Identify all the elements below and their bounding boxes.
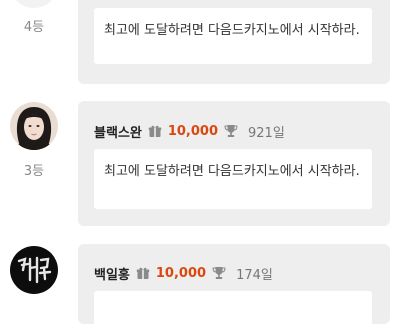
rank-label: 3등	[23, 164, 45, 179]
comment-text: 최고에 도달하려면 다음드카지노에서 시작하라.	[104, 23, 360, 38]
comment-card: 최고에 도달하려면 다음드카지노에서 시작하라.	[78, 0, 390, 84]
days-value: 174일	[236, 267, 273, 283]
trophy-icon	[212, 266, 226, 280]
avatar[interactable]	[10, 246, 58, 294]
username[interactable]: 백일홍	[94, 264, 130, 283]
points-value: 10,000	[155, 265, 207, 281]
avatar[interactable]	[10, 0, 58, 8]
user-meta: 백일홍 10,000 174일	[94, 263, 273, 283]
comment-box: 최고에 도달하려면 다음드카지노에서 시작하라.	[94, 8, 372, 64]
rank-label: 4등	[23, 20, 45, 35]
profile-photo	[10, 102, 58, 150]
gift-icon	[148, 124, 162, 138]
points-value: 10,000	[167, 123, 219, 139]
trophy-icon	[224, 124, 238, 138]
username[interactable]: 블랙스완	[94, 122, 142, 141]
comment-box	[94, 291, 372, 331]
comment-box: 최고에 도달하려면 다음드카지노에서 시작하라.	[94, 149, 372, 209]
user-meta: 블랙스완 10,000 921일	[94, 121, 285, 141]
comment-text: 최고에 도달하려면 다음드카지노에서 시작하라.	[104, 164, 360, 179]
comment-card: 백일홍 10,000 174일	[78, 244, 390, 331]
gift-icon	[136, 266, 150, 280]
days-value: 921일	[248, 125, 285, 141]
profile-photo	[10, 246, 58, 294]
comment-card: 블랙스완 10,000 921일 최고에 도달하려면 다음드카지노에서 시작하라…	[78, 101, 390, 226]
avatar[interactable]	[10, 102, 58, 150]
